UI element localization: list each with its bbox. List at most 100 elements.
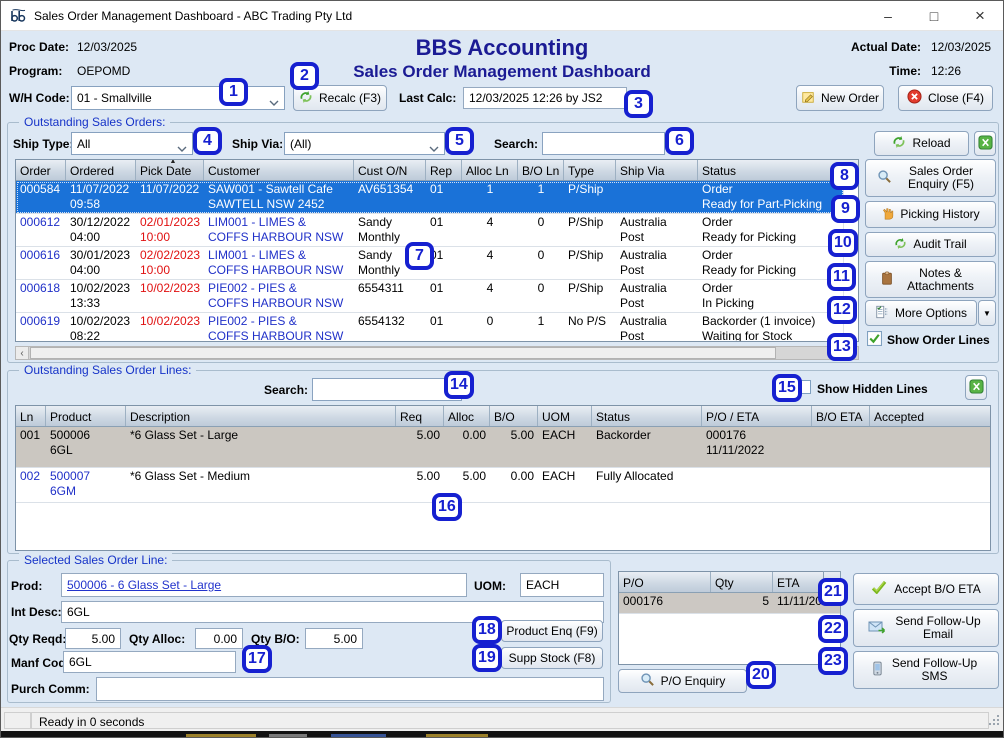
recycle-icon xyxy=(894,237,907,253)
show-hidden-lines-label[interactable]: Show Hidden Lines xyxy=(817,382,928,396)
orders-col-header[interactable]: B/O Ln xyxy=(518,160,564,180)
lines-col-header[interactable]: Accepted xyxy=(870,406,990,426)
background-window-strip xyxy=(1,731,1003,738)
po-col-header[interactable]: Qty xyxy=(711,572,773,592)
send-followup-email-button[interactable]: Send Follow-Up Email xyxy=(853,609,999,647)
phone-icon xyxy=(872,661,883,679)
actual-date-value: 12/03/2025 xyxy=(931,40,991,54)
lines-col-header[interactable]: Ln xyxy=(16,406,46,426)
title-bar: Sales Order Management Dashboard - ABC T… xyxy=(1,1,1003,31)
orders-col-header[interactable]: Ordered xyxy=(66,160,136,180)
lines-search-input[interactable] xyxy=(312,378,462,401)
po-col-header[interactable]: P/O xyxy=(619,572,711,592)
lines-col-header[interactable]: Alloc xyxy=(444,406,490,426)
purch-comm-label: Purch Comm: xyxy=(11,682,90,696)
close-red-icon xyxy=(907,89,922,107)
orders-col-header[interactable]: Customer xyxy=(204,160,354,180)
chevron-down-icon xyxy=(177,141,187,155)
product-link[interactable]: 500006 - 6 Glass Set - Large xyxy=(67,578,221,592)
orders-horizontal-scrollbar[interactable]: ‹ xyxy=(15,346,859,360)
excel-icon xyxy=(969,379,984,397)
excel-icon xyxy=(978,135,993,153)
lines-col-header[interactable]: UOM xyxy=(538,406,592,426)
show-order-lines-checkbox[interactable] xyxy=(867,331,882,349)
email-icon xyxy=(868,620,886,637)
more-options-button[interactable]: More Options xyxy=(865,300,977,326)
recycle-icon xyxy=(299,90,313,107)
order-row-000619[interactable]: 00061910/02/202308:2210/02/2023PIE002 - … xyxy=(16,313,844,342)
ship-via-dropdown[interactable]: (All) xyxy=(284,132,445,155)
po-enquiry-button[interactable]: P/O Enquiry xyxy=(618,669,747,693)
minimize-button[interactable]: – xyxy=(865,1,911,30)
po-row-000176[interactable]: 000176511/11/2022 xyxy=(619,593,840,614)
last-calc-field: 12/03/2025 12:26 by JS2 xyxy=(463,87,627,109)
orders-col-header[interactable]: Order xyxy=(16,160,66,180)
wh-code-dropdown[interactable]: 01 - Smallville xyxy=(71,86,285,110)
order-row-000612[interactable]: 00061230/12/202204:0002/01/202310:00LIM0… xyxy=(16,214,844,247)
lines-col-header[interactable]: Description xyxy=(126,406,396,426)
lines-col-header[interactable]: B/O xyxy=(490,406,538,426)
qty-reqd-field: 5.00 xyxy=(65,628,121,649)
callout-17: 17 xyxy=(242,645,272,673)
po-table-body: 000176511/11/2022 xyxy=(619,593,840,614)
lines-col-header[interactable]: B/O ETA xyxy=(812,406,870,426)
reload-button[interactable]: Reload xyxy=(874,131,969,156)
order-row-000584[interactable]: 00058411/07/202209:5811/07/2022SAW001 - … xyxy=(16,181,844,214)
lines-search-label: Search: xyxy=(264,383,308,397)
callout-12: 12 xyxy=(827,296,857,324)
new-order-button[interactable]: New Order xyxy=(796,85,884,111)
close-button[interactable]: Close (F4) xyxy=(898,85,993,111)
callout-13: 13 xyxy=(827,333,857,361)
maximize-button[interactable]: □ xyxy=(911,1,957,30)
orders-col-header[interactable]: Rep xyxy=(426,160,462,180)
orders-col-header[interactable]: Cust O/N xyxy=(354,160,426,180)
ship-type-dropdown[interactable]: All xyxy=(71,132,193,155)
picking-history-button[interactable]: Picking History xyxy=(865,201,996,228)
chevron-down-icon xyxy=(429,141,439,155)
lines-table: LnProductDescriptionReqAllocB/OUOMStatus… xyxy=(15,405,991,551)
lines-table-body: 0015000066GL*6 Glass Set - Large5.000.00… xyxy=(16,427,990,503)
orders-col-header[interactable]: Pick Date▲ xyxy=(136,160,204,180)
lines-col-header[interactable]: Req xyxy=(396,406,444,426)
po-table: P/OQtyETA 000176511/11/2022 xyxy=(618,571,841,665)
clipboard-icon xyxy=(880,271,894,288)
uom-label: UOM: xyxy=(474,579,506,593)
lines-col-header[interactable]: P/O / ETA xyxy=(702,406,812,426)
lines-col-header[interactable]: Status xyxy=(592,406,702,426)
ship-via-label: Ship Via: xyxy=(232,137,283,151)
resize-grip[interactable] xyxy=(989,715,999,725)
scroll-left-icon[interactable]: ‹ xyxy=(16,347,29,359)
qty-bo-label: Qty B/O: xyxy=(251,632,300,646)
scrollbar-thumb[interactable] xyxy=(30,347,776,359)
orders-search-input[interactable] xyxy=(542,132,665,155)
callout-19: 19 xyxy=(472,644,502,672)
order-line-row-002[interactable]: 0025000076GM*6 Glass Set - Medium5.005.0… xyxy=(16,468,990,503)
supp-stock-button[interactable]: Supp Stock (F8) xyxy=(501,647,603,669)
callout-23: 23 xyxy=(818,647,848,675)
purch-comm-field xyxy=(96,677,604,701)
time-value: 12:26 xyxy=(931,64,961,78)
orders-legend: Outstanding Sales Orders: xyxy=(19,115,170,129)
callout-18: 18 xyxy=(472,616,502,644)
lines-col-header[interactable]: Product xyxy=(46,406,126,426)
callout-11: 11 xyxy=(827,263,856,291)
more-options-dropdown-arrow[interactable]: ▼ xyxy=(978,300,996,326)
callout-15: 15 xyxy=(772,374,802,402)
orders-col-header[interactable]: Type xyxy=(564,160,616,180)
orders-col-header[interactable]: Ship Via xyxy=(616,160,698,180)
lines-export-excel-button[interactable] xyxy=(965,375,987,400)
product-enq-button[interactable]: Product Enq (F9) xyxy=(501,620,603,642)
notes-attachments-button[interactable]: Notes & Attachments xyxy=(865,261,996,298)
show-order-lines-label[interactable]: Show Order Lines xyxy=(887,333,990,347)
order-line-row-001[interactable]: 0015000066GL*6 Glass Set - Large5.000.00… xyxy=(16,427,990,468)
orders-col-header[interactable]: Alloc Ln xyxy=(462,160,518,180)
order-row-000618[interactable]: 00061810/02/202313:3310/02/2023PIE002 - … xyxy=(16,280,844,313)
accept-bo-eta-button[interactable]: Accept B/O ETA xyxy=(853,573,999,605)
orders-export-excel-button[interactable] xyxy=(974,131,996,156)
callout-8: 8 xyxy=(830,162,859,190)
window-close-button[interactable]: × xyxy=(957,1,1003,30)
sales-order-enquiry-button[interactable]: Sales Order Enquiry (F5) xyxy=(865,159,996,197)
qty-alloc-field: 0.00 xyxy=(195,628,243,649)
audit-trail-button[interactable]: Audit Trail xyxy=(865,232,996,257)
send-followup-sms-button[interactable]: Send Follow-Up SMS xyxy=(853,651,999,689)
